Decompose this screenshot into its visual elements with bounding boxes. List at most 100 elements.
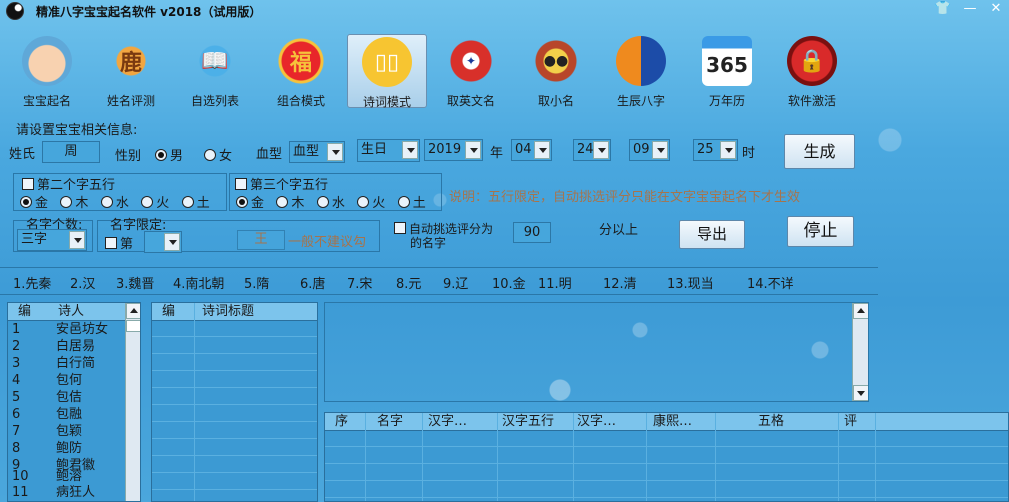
day-select[interactable]: 24 xyxy=(573,139,611,161)
column-header-index: 序 xyxy=(335,414,349,429)
time-unit: 时 xyxy=(742,146,756,161)
name-limit-char-input[interactable]: 王 xyxy=(237,230,285,250)
element-radio-wood[interactable]: 木 xyxy=(60,196,88,211)
toolbar-custom-list[interactable]: 📖 自选列表 xyxy=(176,34,254,108)
poet-name: 鲍防 xyxy=(56,441,83,456)
dynasty-tab[interactable]: 5.隋 xyxy=(244,273,269,292)
surname-input[interactable]: 周 xyxy=(42,141,100,163)
dynasty-tab[interactable]: 6.唐 xyxy=(300,273,325,292)
scroll-up-icon[interactable] xyxy=(126,303,140,319)
poets-scrollbar[interactable] xyxy=(125,303,140,501)
list-item[interactable]: 3 白行简 xyxy=(8,356,126,372)
element-radio-water[interactable]: 水 xyxy=(100,196,129,211)
list-item[interactable]: 5 包佶 xyxy=(8,390,126,406)
row-number: 10 xyxy=(12,469,29,484)
toolbar-nickname[interactable]: ●● 取小名 xyxy=(517,34,595,108)
results-table[interactable]: 序 名字 汉字… 汉字五行 汉字… 康熙… 五格 评 xyxy=(324,412,1009,502)
element-label: 火 xyxy=(372,196,386,211)
hour-select[interactable]: 09 xyxy=(629,139,670,161)
dynasty-tab[interactable]: 4.南北朝 xyxy=(173,273,224,292)
month-select[interactable]: 04 xyxy=(511,139,552,161)
skin-shirt-icon[interactable]: 👕 xyxy=(931,0,955,18)
yin-yang-logo-icon xyxy=(6,2,24,20)
female-radio[interactable]: 女 xyxy=(204,145,232,164)
scroll-thumb[interactable] xyxy=(126,320,140,332)
dynasty-tab[interactable]: 1.先秦 xyxy=(13,273,51,292)
toolbar-combo-mode[interactable]: 福 组合模式 xyxy=(262,34,340,108)
blood-type-select[interactable]: 血型 xyxy=(289,141,345,163)
dynasty-tab[interactable]: 3.魏晋 xyxy=(116,273,154,292)
minimize-button[interactable]: — xyxy=(958,0,982,18)
list-item[interactable]: 8 鲍防 xyxy=(8,441,126,457)
scroll-up-icon[interactable] xyxy=(853,303,868,319)
stop-button[interactable]: 停止 xyxy=(787,216,854,247)
name-limit-position-select[interactable] xyxy=(144,231,182,253)
hour-value: 09 xyxy=(633,142,650,157)
blood-type-label: 血型 xyxy=(256,147,283,162)
column-header-chars: 汉字… xyxy=(428,414,468,429)
toolbar-activation[interactable]: 🔒 软件激活 xyxy=(773,34,851,108)
export-button[interactable]: 导出 xyxy=(679,220,745,249)
toolbar-name-evaluation[interactable]: 鹿 姓名评测 xyxy=(92,34,170,108)
element-radio-earth[interactable]: 土 xyxy=(181,196,210,211)
poet-name: 病狂人 xyxy=(56,485,96,500)
element-radio-fire[interactable]: 火 xyxy=(141,196,169,211)
male-radio[interactable]: 男 xyxy=(155,145,183,164)
year-select[interactable]: 2019 xyxy=(424,139,483,161)
list-item[interactable]: 2 白居易 xyxy=(8,339,126,355)
dynasty-tab[interactable]: 11.明 xyxy=(538,273,572,292)
dynasty-tab[interactable]: 2.汉 xyxy=(70,273,95,292)
toolbar-calendar[interactable]: 365 万年历 xyxy=(688,34,766,108)
second-wuxing-checkbox[interactable]: 第二个字五行 xyxy=(22,174,115,193)
radio-dot-icon xyxy=(397,196,410,208)
toolbar-birth-bazi[interactable]: 生辰八字 xyxy=(602,34,680,108)
generate-button[interactable]: 生成 xyxy=(784,134,855,169)
poets-list[interactable]: 编 诗人 1 安邑坊女 2 白居易 3 白行简 4 包何 5 包佶 6 包融 7 包颖 8 鲍防… xyxy=(7,302,141,502)
list-item[interactable]: 10 鲍溶 xyxy=(8,469,126,485)
element-radio-wood[interactable]: 木 xyxy=(276,196,304,211)
dynasty-tab[interactable]: 12.清 xyxy=(603,273,637,292)
toolbar-baby-naming[interactable]: 宝宝起名 xyxy=(8,34,86,108)
element-label: 土 xyxy=(196,196,210,211)
list-item[interactable]: 4 包何 xyxy=(8,373,126,389)
dynasty-tab[interactable]: 14.不详 xyxy=(747,273,794,292)
poems-list[interactable]: 编 诗词标题 xyxy=(151,302,318,502)
dynasty-tab[interactable]: 9.辽 xyxy=(443,273,468,292)
chevron-down-icon xyxy=(593,141,609,159)
name-count-select[interactable]: 三字 xyxy=(17,229,87,251)
year-unit: 年 xyxy=(490,146,504,161)
third-wuxing-checkbox[interactable]: 第三个字五行 xyxy=(235,174,328,193)
element-radio-gold[interactable]: 金 xyxy=(236,196,264,211)
dynasty-tab[interactable]: 13.现当 xyxy=(667,273,714,292)
name-limit-checkbox[interactable]: 第 xyxy=(105,233,133,252)
element-label: 水 xyxy=(331,196,345,211)
year-value: 2019 xyxy=(428,142,462,157)
toolbar-poetry-mode[interactable]: ▯▯ 诗词模式 xyxy=(347,34,427,109)
scroll-down-icon[interactable] xyxy=(853,385,868,401)
column-header-chars-2: 汉字… xyxy=(577,414,617,429)
element-radio-fire[interactable]: 火 xyxy=(357,196,385,211)
list-item[interactable]: 1 安邑坊女 xyxy=(8,322,126,338)
deer-icon: 鹿 xyxy=(106,36,156,86)
dynasty-tab[interactable]: 10.金 xyxy=(492,273,526,292)
name-limit-hint: 一般不建议勾 xyxy=(288,235,367,250)
list-item[interactable]: 7 包颖 xyxy=(8,424,126,440)
element-radio-earth[interactable]: 土 xyxy=(397,196,426,211)
list-item[interactable]: 6 包融 xyxy=(8,407,126,423)
minute-select[interactable]: 25 xyxy=(693,139,738,161)
toolbar-english-name[interactable]: ✦ 取英文名 xyxy=(432,34,510,108)
close-button[interactable]: ✕ xyxy=(984,0,1008,18)
row-number: 11 xyxy=(12,485,29,500)
month-value: 04 xyxy=(515,142,532,157)
birthday-select[interactable]: 生日 xyxy=(357,139,420,162)
dynasty-tab[interactable]: 8.元 xyxy=(396,273,421,292)
poem-scrollbar[interactable] xyxy=(852,303,868,401)
element-radio-water[interactable]: 水 xyxy=(316,196,345,211)
dynasty-tab[interactable]: 7.宋 xyxy=(347,273,372,292)
list-item[interactable]: 11 病狂人 xyxy=(8,485,126,501)
score-input[interactable]: 90 xyxy=(513,222,551,243)
element-radio-gold[interactable]: 金 xyxy=(20,196,48,211)
element-label: 木 xyxy=(75,196,89,211)
radio-dot-icon xyxy=(141,196,154,208)
poem-content-area[interactable] xyxy=(324,302,869,402)
